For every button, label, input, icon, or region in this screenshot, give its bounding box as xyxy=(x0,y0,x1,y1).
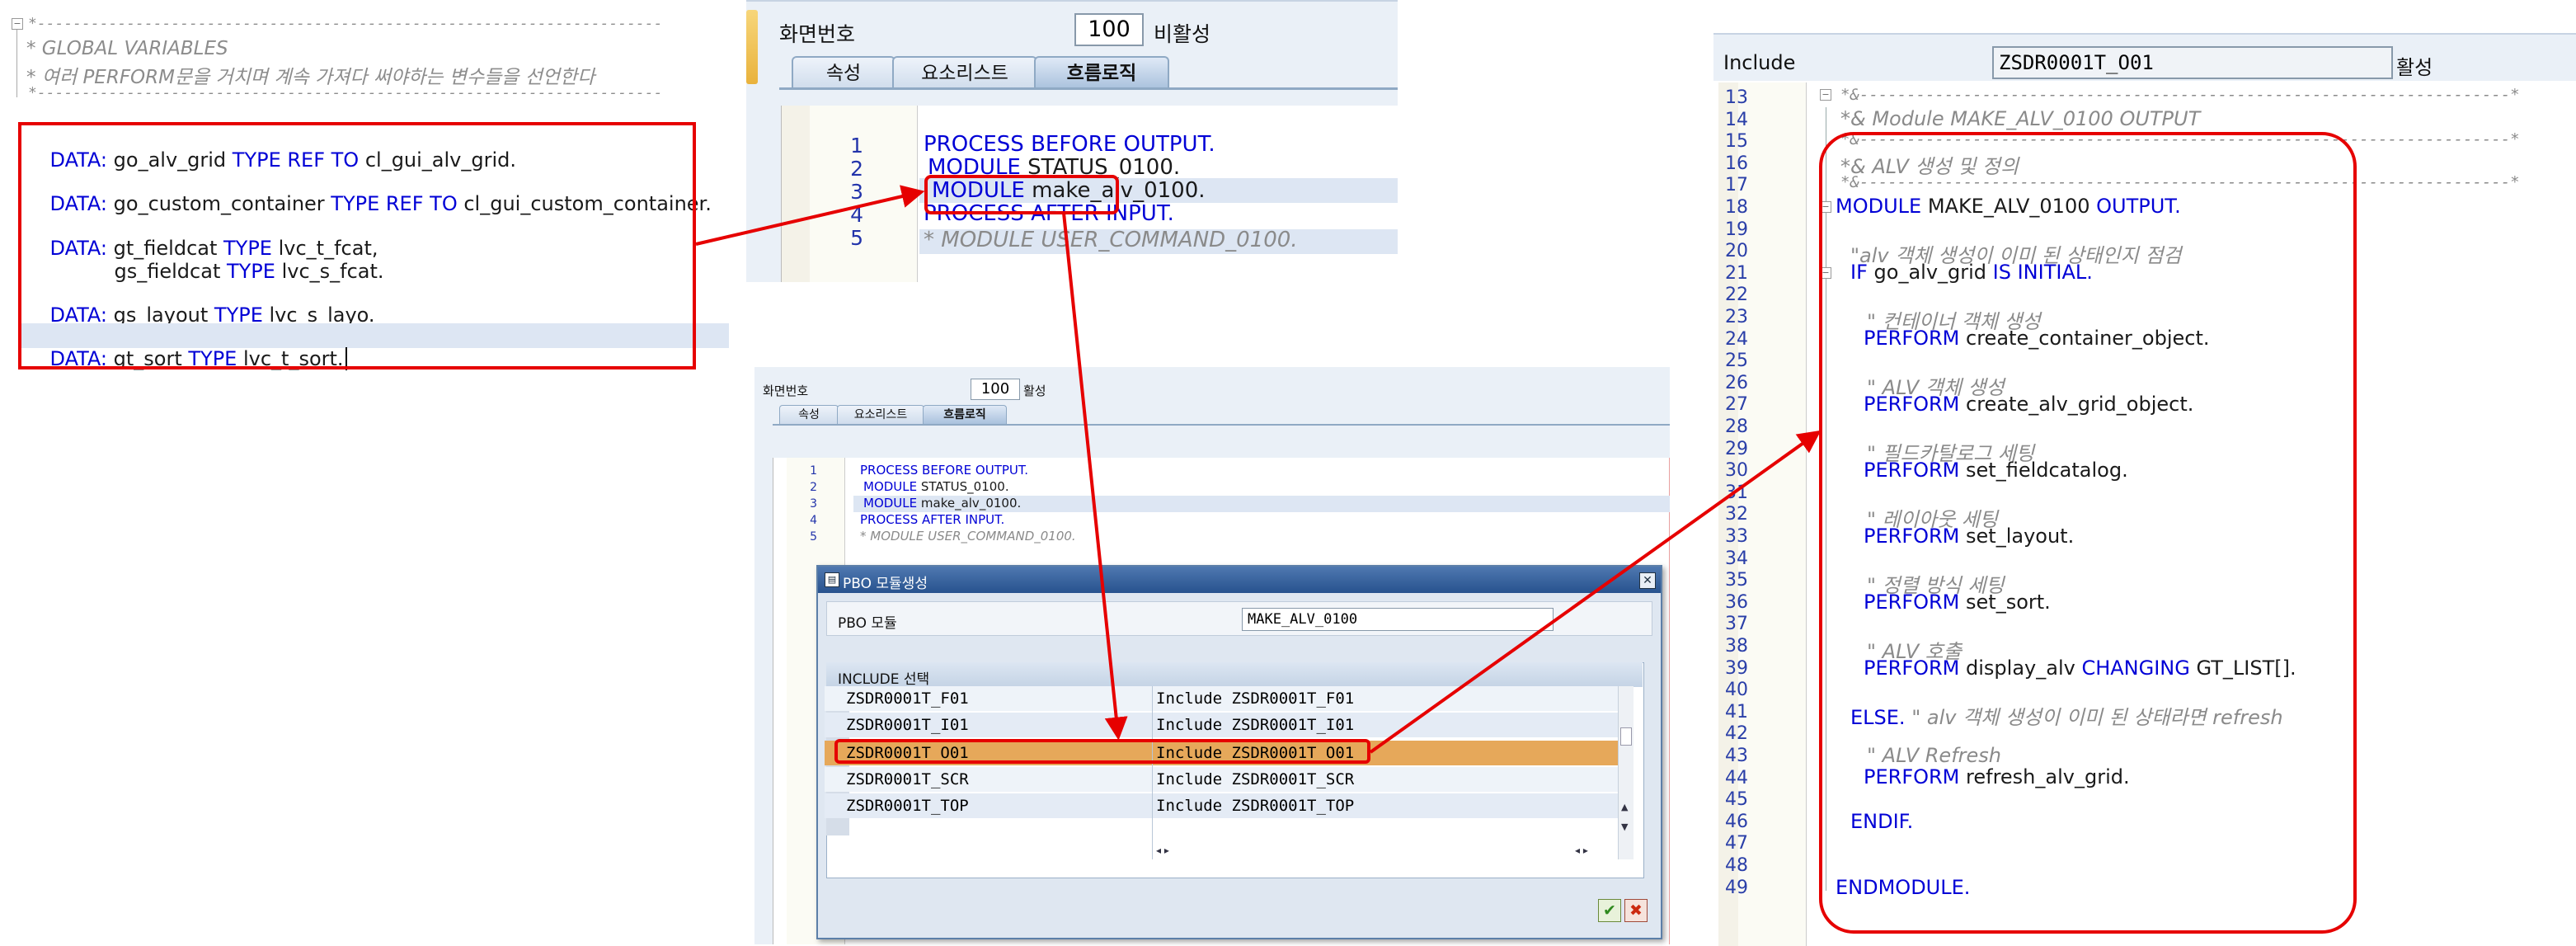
annotation-arrows xyxy=(695,185,1822,754)
arrow-dialog-to-include xyxy=(1369,430,1822,754)
arrow-module-to-dialog xyxy=(1062,212,1128,741)
arrow-global-to-module xyxy=(695,185,925,246)
